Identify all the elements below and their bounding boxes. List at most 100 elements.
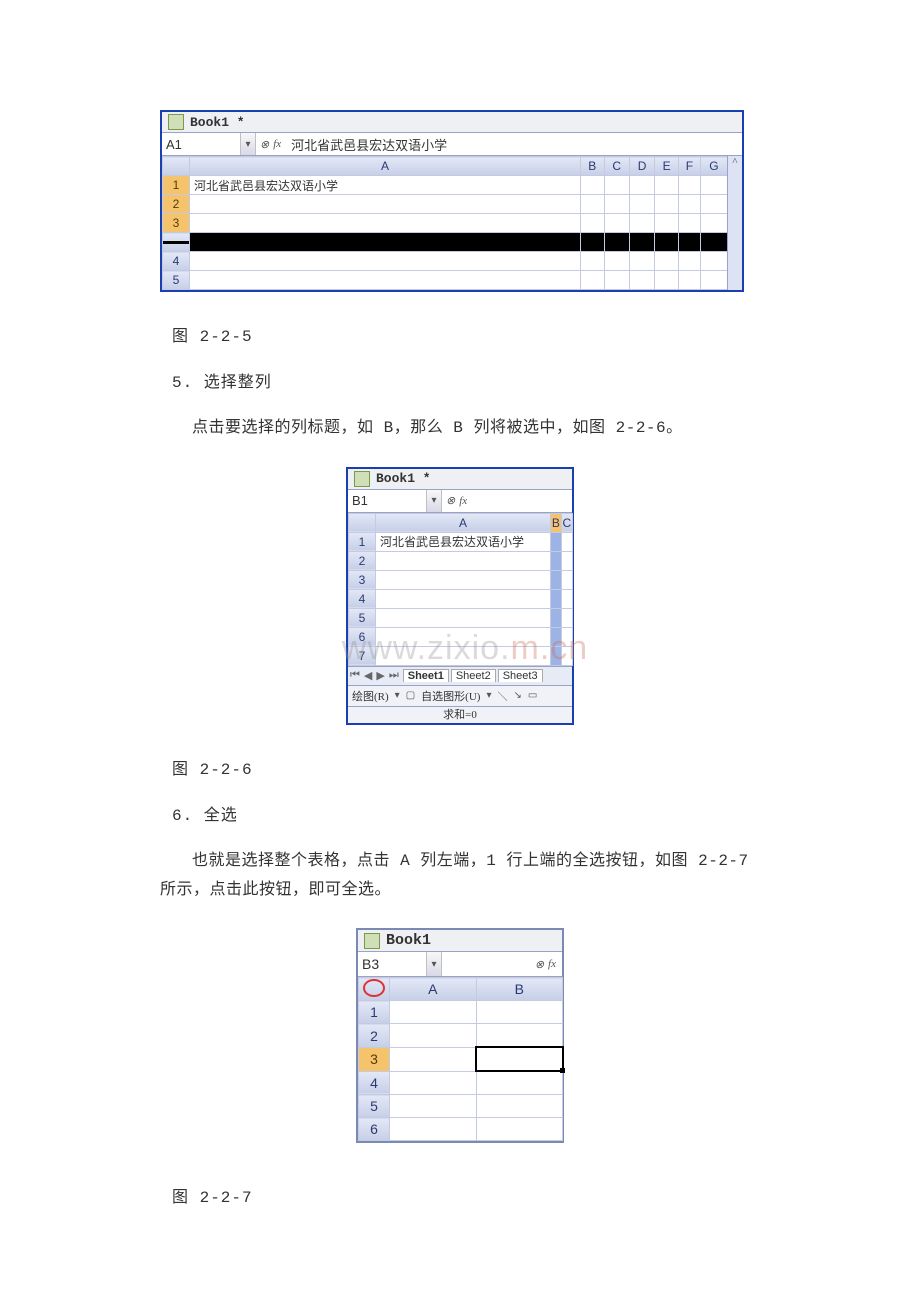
col-header[interactable]: A bbox=[190, 157, 581, 176]
rectangle-icon[interactable]: ▭ bbox=[528, 690, 537, 701]
name-box[interactable]: B3 bbox=[358, 952, 427, 976]
cell[interactable] bbox=[678, 176, 700, 195]
cell[interactable] bbox=[190, 252, 581, 271]
arrow-icon[interactable]: ↘ bbox=[513, 690, 521, 701]
row-header[interactable]: 6 bbox=[359, 1118, 390, 1141]
cell[interactable] bbox=[551, 627, 562, 646]
cell-a1[interactable]: 河北省武邑县宏达双语小学 bbox=[190, 176, 581, 195]
cell[interactable] bbox=[700, 271, 727, 290]
cell[interactable] bbox=[604, 214, 629, 233]
cell[interactable] bbox=[551, 551, 562, 570]
dropdown-icon[interactable]: ▾ bbox=[486, 690, 491, 701]
cell[interactable] bbox=[700, 252, 727, 271]
cell[interactable] bbox=[580, 214, 604, 233]
cell[interactable] bbox=[561, 570, 572, 589]
col-header[interactable]: E bbox=[655, 157, 679, 176]
cell[interactable] bbox=[476, 1024, 563, 1048]
tab-nav-first-icon[interactable]: ⏮ bbox=[348, 669, 362, 682]
spreadsheet-grid[interactable]: A B 1 2 3 4 5 6 bbox=[358, 977, 564, 1141]
cell[interactable] bbox=[376, 570, 551, 589]
vertical-scrollbar[interactable]: ˄ bbox=[727, 156, 742, 290]
dropdown-icon[interactable]: ▾ bbox=[395, 690, 400, 701]
cell[interactable] bbox=[190, 214, 581, 233]
cell[interactable] bbox=[604, 252, 629, 271]
cell[interactable] bbox=[551, 646, 562, 665]
cell[interactable] bbox=[376, 608, 551, 627]
fx-icon[interactable]: fx bbox=[459, 495, 467, 507]
col-header[interactable]: C bbox=[561, 513, 572, 532]
row-header[interactable]: 2 bbox=[163, 195, 190, 214]
cell[interactable] bbox=[551, 608, 562, 627]
cell[interactable] bbox=[551, 570, 562, 589]
col-header[interactable]: B bbox=[476, 978, 563, 1001]
autoshapes-menu[interactable]: 自选图形(U) bbox=[421, 688, 480, 704]
col-header[interactable]: A bbox=[376, 513, 551, 532]
select-objects-icon[interactable]: ▢ bbox=[406, 690, 415, 701]
cell[interactable] bbox=[604, 176, 629, 195]
row-header[interactable]: 4 bbox=[349, 589, 376, 608]
cell[interactable] bbox=[561, 532, 572, 551]
cell[interactable] bbox=[580, 252, 604, 271]
cell[interactable] bbox=[700, 214, 727, 233]
row-header[interactable]: 1 bbox=[349, 532, 376, 551]
cell[interactable] bbox=[580, 271, 604, 290]
tab-nav-last-icon[interactable]: ⏭ bbox=[387, 669, 401, 682]
row-header[interactable]: 1 bbox=[163, 176, 190, 195]
select-all-corner[interactable] bbox=[359, 978, 390, 1001]
row-header[interactable]: 5 bbox=[163, 271, 190, 290]
row-header[interactable]: 5 bbox=[349, 608, 376, 627]
col-header[interactable]: G bbox=[700, 157, 727, 176]
cell[interactable] bbox=[629, 176, 654, 195]
col-header[interactable]: D bbox=[629, 157, 654, 176]
cell[interactable] bbox=[376, 589, 551, 608]
line-icon[interactable]: ＼ bbox=[497, 688, 507, 703]
row-header[interactable]: 3 bbox=[349, 570, 376, 589]
sheet-tab[interactable]: Sheet1 bbox=[403, 669, 449, 682]
cell[interactable] bbox=[390, 1047, 477, 1071]
active-cell[interactable] bbox=[476, 1047, 563, 1071]
name-box[interactable]: B1 bbox=[348, 490, 427, 512]
cell[interactable] bbox=[476, 1118, 563, 1141]
tab-nav-next-icon[interactable]: ▶ bbox=[374, 669, 386, 682]
cell[interactable] bbox=[655, 252, 679, 271]
cell[interactable] bbox=[376, 627, 551, 646]
cell[interactable] bbox=[390, 1095, 477, 1118]
cancel-icon[interactable]: ⊗ bbox=[260, 138, 269, 151]
select-all-corner[interactable] bbox=[349, 513, 376, 532]
cell[interactable] bbox=[604, 271, 629, 290]
col-header[interactable]: F bbox=[678, 157, 700, 176]
cell[interactable] bbox=[561, 589, 572, 608]
fx-icon[interactable]: fx bbox=[273, 138, 281, 150]
cell[interactable] bbox=[561, 608, 572, 627]
fx-icon[interactable]: fx bbox=[548, 958, 556, 970]
cell[interactable] bbox=[190, 271, 581, 290]
cell[interactable] bbox=[580, 195, 604, 214]
col-header[interactable]: A bbox=[390, 978, 477, 1001]
name-box[interactable]: A1 bbox=[162, 133, 241, 155]
cell[interactable] bbox=[629, 271, 654, 290]
select-all-corner[interactable] bbox=[163, 157, 190, 176]
row-header[interactable]: 1 bbox=[359, 1001, 390, 1024]
row-header[interactable]: 4 bbox=[359, 1071, 390, 1095]
sheet-tab[interactable]: Sheet3 bbox=[498, 669, 543, 682]
row-header[interactable] bbox=[163, 233, 190, 252]
cell[interactable] bbox=[551, 589, 562, 608]
cell[interactable] bbox=[629, 214, 654, 233]
formula-content[interactable]: 河北省武邑县宏达双语小学 bbox=[285, 135, 453, 154]
cell[interactable] bbox=[476, 1095, 563, 1118]
spreadsheet-grid[interactable]: A B C 1 河北省武邑县宏达双语小学 2 3 4 5 6 7 bbox=[348, 513, 573, 666]
row-header[interactable]: 2 bbox=[359, 1024, 390, 1048]
cell[interactable] bbox=[390, 1071, 477, 1095]
col-header[interactable]: B bbox=[580, 157, 604, 176]
cell[interactable] bbox=[655, 176, 679, 195]
cell[interactable] bbox=[655, 195, 679, 214]
tab-nav-prev-icon[interactable]: ◀ bbox=[362, 669, 374, 682]
cell[interactable] bbox=[655, 214, 679, 233]
name-box-dropdown-icon[interactable]: ▾ bbox=[241, 133, 256, 155]
cell[interactable] bbox=[561, 627, 572, 646]
cell[interactable] bbox=[190, 195, 581, 214]
cancel-icon[interactable]: ⊗ bbox=[535, 958, 544, 971]
spreadsheet-grid[interactable]: A B C D E F G 1 河北省武邑县宏达双语小学 bbox=[162, 156, 728, 290]
cell[interactable] bbox=[390, 1001, 477, 1024]
draw-menu[interactable]: 绘图(R) bbox=[352, 688, 389, 704]
